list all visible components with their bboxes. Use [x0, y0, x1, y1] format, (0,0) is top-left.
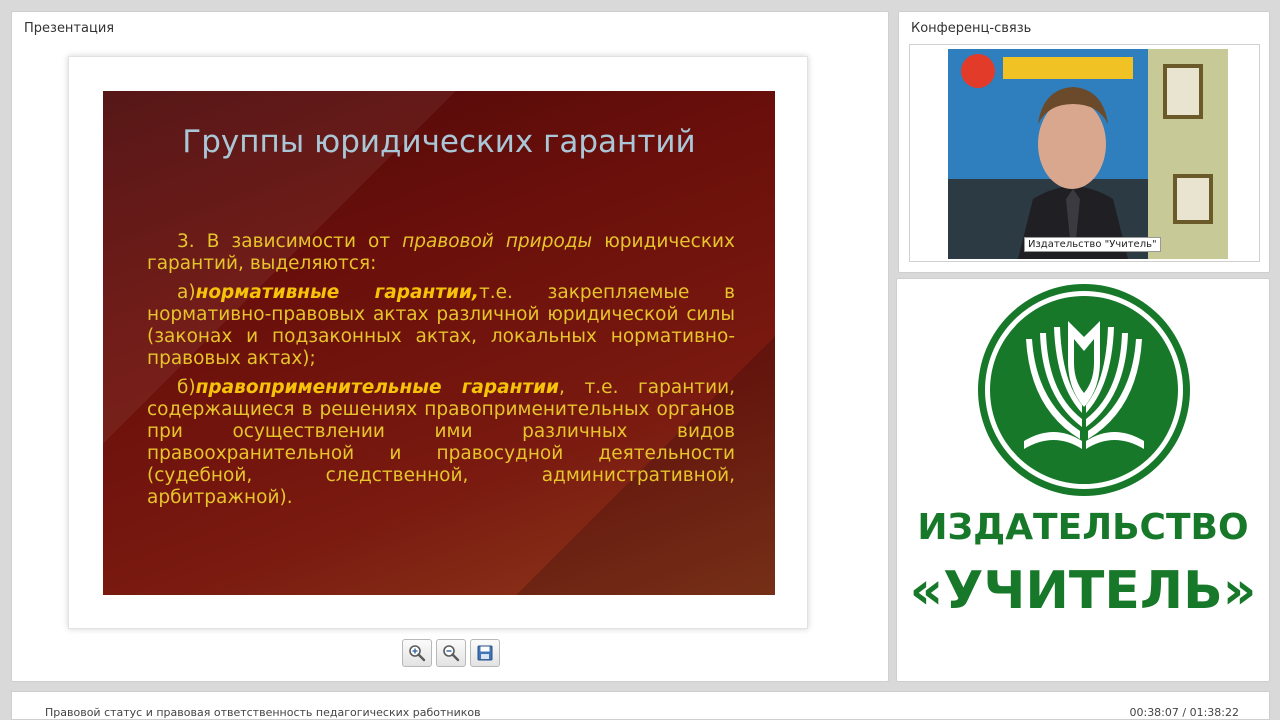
publisher-brand: «УЧИТЕЛЬ»: [909, 561, 1257, 621]
video-feed: Издательство "Учитель": [948, 49, 1228, 259]
video-window[interactable]: Издательство "Учитель": [909, 44, 1260, 262]
slide-toolbar: [402, 639, 500, 669]
presentation-panel: Презентация Группы юридических гарантий …: [11, 11, 889, 682]
slide-bold-text: нормативные гарантии,: [195, 282, 479, 303]
zoom-in-button[interactable]: [402, 639, 432, 667]
slide-item-a: а)нормативные гарантии,т.е. закрепляемые…: [147, 282, 735, 370]
slide-bold-text: правоприменительные гарантии: [195, 377, 560, 398]
book-logo-icon: [978, 284, 1190, 496]
slide: Группы юридических гарантий 3. В зависим…: [103, 91, 775, 595]
zoom-out-icon: [443, 645, 460, 662]
publisher-panel: ИЗДАТЕЛЬСТВО «УЧИТЕЛЬ»: [896, 278, 1270, 682]
publisher-name: ИЗДАТЕЛЬСТВО: [917, 507, 1249, 548]
lecture-title: Правовой статус и правовая ответственнос…: [45, 706, 481, 719]
slide-text: а): [177, 282, 196, 303]
footer-bar: Правовой статус и правовая ответственнос…: [11, 691, 1270, 720]
slide-title: Группы юридических гарантий: [182, 124, 696, 160]
floppy-disk-icon: [477, 645, 493, 661]
slide-frame: Группы юридических гарантий 3. В зависим…: [68, 56, 808, 629]
slide-item-b: б)правоприменительные гарантии, т.е. гар…: [147, 377, 735, 509]
video-caption: Издательство "Учитель": [1024, 237, 1161, 252]
slide-body: 3. В зависимости от правовой природы юри…: [147, 231, 735, 516]
speaker-video-image: [948, 49, 1228, 259]
conference-panel: Конференц-связь Издательство "Учитель": [898, 11, 1270, 273]
presentation-panel-title: Презентация: [24, 21, 115, 36]
zoom-in-icon: [409, 645, 426, 662]
slide-intro: 3. В зависимости от правовой природы юри…: [147, 231, 735, 275]
slide-text: 3. В зависимости от: [177, 231, 403, 252]
playback-time: 00:38:07 / 01:38:22: [1129, 706, 1239, 719]
slide-text: б): [177, 377, 196, 398]
slide-italic-text: правовой природы: [402, 231, 593, 252]
save-button[interactable]: [470, 639, 500, 667]
zoom-out-button[interactable]: [436, 639, 466, 667]
conference-panel-title: Конференц-связь: [911, 21, 1032, 36]
